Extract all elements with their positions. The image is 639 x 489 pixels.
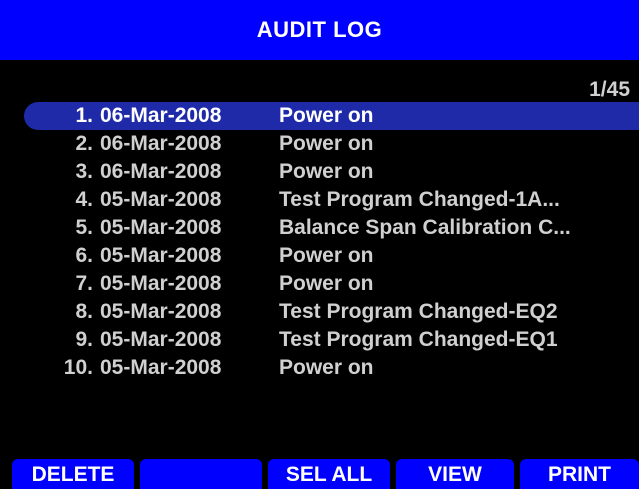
entry-number: 1. xyxy=(75,104,93,127)
entry-event: Balance Span Calibration C... xyxy=(279,216,571,239)
log-entry[interactable]: 9. 05-Mar-2008 Test Program Changed-EQ1 xyxy=(0,326,639,354)
entry-date: 06-Mar-2008 xyxy=(100,104,222,127)
entry-number: 7. xyxy=(75,272,93,295)
entry-event: Test Program Changed-EQ1 xyxy=(279,328,558,351)
log-entry[interactable]: 1. 06-Mar-2008 Power on xyxy=(24,102,639,130)
entry-event: Power on xyxy=(279,244,374,267)
print-button[interactable]: PRINT xyxy=(520,459,639,489)
delete-button[interactable]: DELETE xyxy=(12,459,134,489)
log-entry[interactable]: 6. 05-Mar-2008 Power on xyxy=(0,242,639,270)
view-button[interactable]: VIEW xyxy=(396,459,514,489)
softkey-bar: DELETE SEL ALL VIEW PRINT xyxy=(0,459,639,489)
entry-date: 05-Mar-2008 xyxy=(100,188,222,211)
entry-event: Power on xyxy=(279,160,374,183)
entry-date: 06-Mar-2008 xyxy=(100,132,222,155)
log-entry[interactable]: 7. 05-Mar-2008 Power on xyxy=(0,270,639,298)
entry-number: 8. xyxy=(75,300,93,323)
entry-number: 2. xyxy=(75,132,93,155)
entry-date: 05-Mar-2008 xyxy=(100,272,222,295)
page-indicator: 1/45 xyxy=(589,78,630,101)
entry-event: Test Program Changed-1A... xyxy=(279,188,560,211)
entry-number: 3. xyxy=(75,160,93,183)
entry-number: 9. xyxy=(75,328,93,351)
entry-date: 05-Mar-2008 xyxy=(100,356,222,379)
entry-date: 05-Mar-2008 xyxy=(100,216,222,239)
entry-number: 5. xyxy=(75,216,93,239)
entry-number: 4. xyxy=(75,188,93,211)
log-entry[interactable]: 4. 05-Mar-2008 Test Program Changed-1A..… xyxy=(0,186,639,214)
entry-event: Power on xyxy=(279,272,374,295)
entry-event: Power on xyxy=(279,132,374,155)
log-entry[interactable]: 2. 06-Mar-2008 Power on xyxy=(0,130,639,158)
log-entry[interactable]: 10. 05-Mar-2008 Power on xyxy=(0,354,639,382)
log-entry[interactable]: 5. 05-Mar-2008 Balance Span Calibration … xyxy=(0,214,639,242)
blank-softkey[interactable] xyxy=(140,459,262,489)
entry-date: 06-Mar-2008 xyxy=(100,160,222,183)
entry-date: 05-Mar-2008 xyxy=(100,300,222,323)
entry-number: 10. xyxy=(63,356,93,379)
entry-event: Test Program Changed-EQ2 xyxy=(279,300,558,323)
log-entry[interactable]: 3. 06-Mar-2008 Power on xyxy=(0,158,639,186)
entry-event: Power on xyxy=(279,356,374,379)
entry-date: 05-Mar-2008 xyxy=(100,244,222,267)
select-all-button[interactable]: SEL ALL xyxy=(268,459,390,489)
entry-number: 6. xyxy=(75,244,93,267)
audit-log-list: 1. 06-Mar-2008 Power on 2. 06-Mar-2008 P… xyxy=(0,102,639,382)
entry-date: 05-Mar-2008 xyxy=(100,328,222,351)
page-title: AUDIT LOG xyxy=(256,17,383,42)
title-bar: AUDIT LOG xyxy=(0,0,639,60)
log-entry[interactable]: 8. 05-Mar-2008 Test Program Changed-EQ2 xyxy=(0,298,639,326)
entry-event: Power on xyxy=(279,104,374,127)
